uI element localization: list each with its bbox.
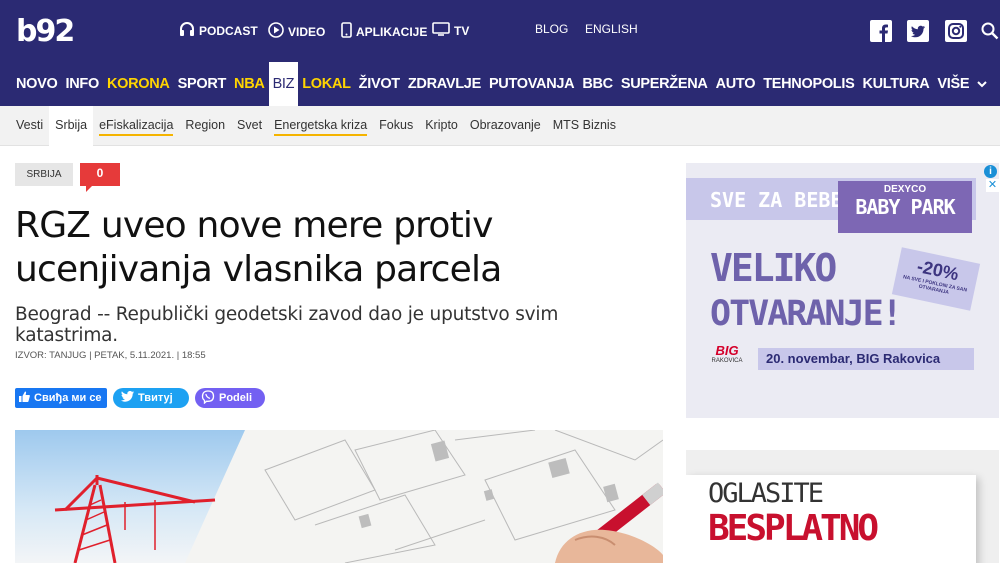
subnav-vesti[interactable]: Vesti	[10, 106, 49, 146]
ad-line2: OTVARANJE!	[710, 294, 903, 334]
chevron-down-icon	[977, 62, 987, 106]
phone-icon	[341, 22, 352, 41]
subnav-mts-biznis[interactable]: MTS Biznis	[547, 106, 622, 146]
subnav-kripto-label: Kripto	[425, 117, 458, 132]
viber-label: Podeli	[219, 392, 253, 404]
ad2-line2: BESPLATNO	[708, 508, 879, 549]
article-meta: IZVOR: TANJUG | PETAK, 5.11.2021. | 18:5…	[15, 350, 206, 361]
subnav-efiskalizacija-label: eFiskalizacija	[99, 117, 174, 136]
nav-nba[interactable]: NBA	[230, 62, 269, 106]
article-hero-image	[15, 430, 663, 563]
search-icon[interactable]	[981, 22, 999, 45]
nav-sport[interactable]: SPORT	[174, 62, 230, 106]
tweet-button[interactable]: Твитуј	[113, 388, 189, 408]
site-logo[interactable]: b92	[16, 14, 75, 49]
facebook-like-label: Свиђа ми се	[34, 392, 102, 404]
article-lead: Beograd -- Republički geodetski zavod da…	[15, 304, 559, 346]
subnav-vesti-label: Vesti	[16, 117, 44, 132]
adchoices-info-icon[interactable]: i	[984, 165, 997, 178]
nav-korona[interactable]: KORONA	[103, 62, 174, 106]
subnav-srbija-label: Srbija	[55, 117, 88, 132]
nav-info[interactable]: INFO	[62, 62, 103, 106]
ad-discount-tag: -20% NA SVE I POKLONI ZA SAN OTVARANJA	[891, 247, 981, 311]
subnav-obrazovanje[interactable]: Obrazovanje	[464, 106, 547, 146]
ad-line1: VELIKO	[710, 246, 837, 290]
tv-label: TV	[454, 23, 470, 38]
subnav-efiskalizacija[interactable]: eFiskalizacija	[93, 106, 179, 146]
ad-brand-small: DEXYCO	[883, 184, 927, 195]
podcast-link[interactable]: PODCAST	[179, 22, 258, 39]
category-tag[interactable]: SRBIJA	[15, 163, 73, 186]
apps-link[interactable]: APLIKACIJE	[341, 22, 427, 41]
nav-biz[interactable]: BIZ	[268, 62, 299, 106]
nav-vise-label: VIŠE	[937, 76, 970, 92]
top-bar: b92 PODCAST VIDEO APLIKACIJE TV BLOG ENG…	[0, 0, 1000, 62]
viber-share-button[interactable]: Podeli	[195, 388, 265, 408]
subnav-kripto[interactable]: Kripto	[419, 106, 464, 146]
tv-icon	[432, 22, 450, 39]
subnav-mts-biznis-label: MTS Biznis	[552, 117, 616, 132]
ad-brand: BABY PARK	[855, 195, 955, 219]
blog-link[interactable]: BLOG	[535, 22, 568, 36]
subnav-svet[interactable]: Svet	[231, 106, 268, 146]
subnav-energetska-kriza[interactable]: Energetska kriza	[268, 106, 373, 146]
ad-store-sub: RAKOVICA	[711, 358, 743, 364]
nav-zdravlje[interactable]: ZDRAVLJE	[404, 62, 485, 106]
nav-kultura[interactable]: KULTURA	[858, 62, 933, 106]
ad-store-logo: BIG RAKOVICA	[710, 343, 744, 364]
nav-tehnopolis[interactable]: TEHNOPOLIS	[759, 62, 858, 106]
article-title: RGZ uveo nove mere protiv ucenjivanja vl…	[15, 205, 502, 290]
nav-bbc[interactable]: BBC	[578, 62, 617, 106]
facebook-icon[interactable]	[870, 20, 892, 47]
ad-close-icon[interactable]: ✕	[986, 179, 999, 192]
viber-icon	[201, 389, 215, 407]
subnav-region[interactable]: Region	[179, 106, 231, 146]
nav-putovanja[interactable]: PUTOVANJA	[485, 62, 578, 106]
subnav-energetska-kriza-label: Energetska kriza	[274, 117, 368, 136]
subnav-obrazovanje-label: Obrazovanje	[469, 117, 541, 132]
nav-vise[interactable]: VIŠE	[933, 62, 991, 106]
subnav-srbija[interactable]: Srbija	[49, 105, 94, 146]
nav-zivot[interactable]: ŽIVOT	[355, 62, 404, 106]
headphones-icon	[179, 22, 195, 39]
ad2-line1: OGLASITE	[708, 478, 824, 509]
twitter-bird-icon	[121, 391, 134, 405]
ad-brand-box: DEXYCO BABY PARK	[838, 181, 972, 233]
thumbs-up-icon	[19, 391, 30, 405]
subnav-fokus[interactable]: Fokus	[373, 106, 419, 146]
subnav-svet-label: Svet	[237, 117, 263, 132]
ad-date: 20. novembar, BIG Rakovica	[758, 348, 974, 370]
subnav-region-label: Region	[185, 117, 226, 132]
play-icon	[268, 22, 284, 41]
twitter-icon[interactable]	[907, 20, 929, 47]
nav-superzena[interactable]: SUPERŽENA	[617, 62, 712, 106]
english-link[interactable]: ENGLISH	[585, 22, 638, 36]
apps-label: APLIKACIJE	[356, 24, 428, 39]
comment-count-badge[interactable]: 0	[80, 163, 120, 192]
video-label: VIDEO	[288, 24, 326, 39]
tv-link[interactable]: TV	[432, 22, 469, 39]
sub-navigation: Vesti Srbija eFiskalizacija Region Svet …	[0, 105, 1000, 146]
main-navigation: NOVO INFO KORONA SPORT NBA BIZ LOKAL ŽIV…	[0, 62, 1000, 106]
ad-store-logo-text: BIG	[715, 343, 739, 358]
subnav-fokus-label: Fokus	[379, 117, 414, 132]
instagram-icon[interactable]	[945, 20, 967, 47]
video-link[interactable]: VIDEO	[268, 22, 325, 41]
facebook-like-button[interactable]: Свиђа ми се	[15, 388, 107, 408]
ad-advertise-free[interactable]: OGLASITE BESPLATNO	[686, 450, 999, 563]
podcast-label: PODCAST	[199, 23, 258, 38]
tweet-label: Твитуј	[138, 392, 173, 404]
ad-headline: SVE ZA BEBE!	[710, 188, 855, 212]
nav-auto[interactable]: AUTO	[712, 62, 760, 106]
nav-lokal[interactable]: LOKAL	[298, 62, 354, 106]
ad-baby-park[interactable]: SVE ZA BEBE! DEXYCO BABY PARK VELIKO OTV…	[686, 163, 999, 418]
hero-illustration	[54, 430, 663, 563]
nav-novo[interactable]: NOVO	[12, 62, 62, 106]
